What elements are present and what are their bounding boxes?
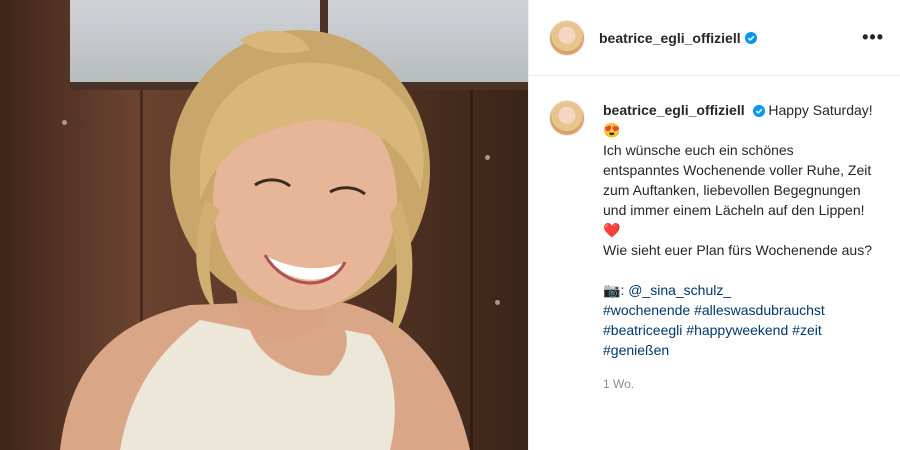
caption-line: Wie sieht euer Plan fürs Wochenende aus? <box>603 242 873 258</box>
hashtag-link[interactable]: #wochenende <box>603 302 690 318</box>
hashtag-link[interactable]: #alleswasdubrauchst <box>694 302 825 318</box>
instagram-post: beatrice_egli_offiziell ••• beatrice_egl… <box>0 0 900 450</box>
verified-badge-icon <box>752 105 765 118</box>
post-sidebar: beatrice_egli_offiziell ••• beatrice_egl… <box>528 0 900 450</box>
more-options-icon[interactable]: ••• <box>862 27 884 48</box>
caption-section: beatrice_egli_offiziell Happy Saturday! … <box>529 76 900 394</box>
post-photo[interactable] <box>0 0 528 450</box>
verified-badge-icon <box>744 31 757 44</box>
hashtag-list: #wochenende #alleswasdubrauchst #beatric… <box>603 300 873 360</box>
hashtag-link[interactable]: #genießen <box>603 342 669 358</box>
credit-prefix: : <box>620 282 625 298</box>
heart-eyes-emoji: 😍 <box>603 122 621 138</box>
camera-emoji: 📷 <box>603 282 621 298</box>
hashtag-link[interactable]: #beatriceegli <box>603 322 682 338</box>
credit-mention-link[interactable]: @_sina_schulz_ <box>628 282 731 298</box>
avatar[interactable] <box>549 100 585 136</box>
hashtag-link[interactable]: #zeit <box>792 322 822 338</box>
woman-portrait <box>60 30 470 450</box>
heart-emoji: ❤️ <box>603 222 621 238</box>
avatar[interactable] <box>549 19 585 56</box>
hashtag-link[interactable]: #happyweekend <box>686 322 788 338</box>
header-username[interactable]: beatrice_egli_offiziell <box>599 30 741 46</box>
caption-username[interactable]: beatrice_egli_offiziell <box>603 102 745 118</box>
post-timestamp[interactable]: 1 Wo. <box>603 374 873 394</box>
post-header: beatrice_egli_offiziell ••• <box>529 0 900 76</box>
caption-line: Ich wünsche euch ein schönes entspanntes… <box>603 142 872 218</box>
caption: beatrice_egli_offiziell Happy Saturday! … <box>603 100 873 394</box>
caption-intro: Happy Saturday! <box>768 102 873 118</box>
